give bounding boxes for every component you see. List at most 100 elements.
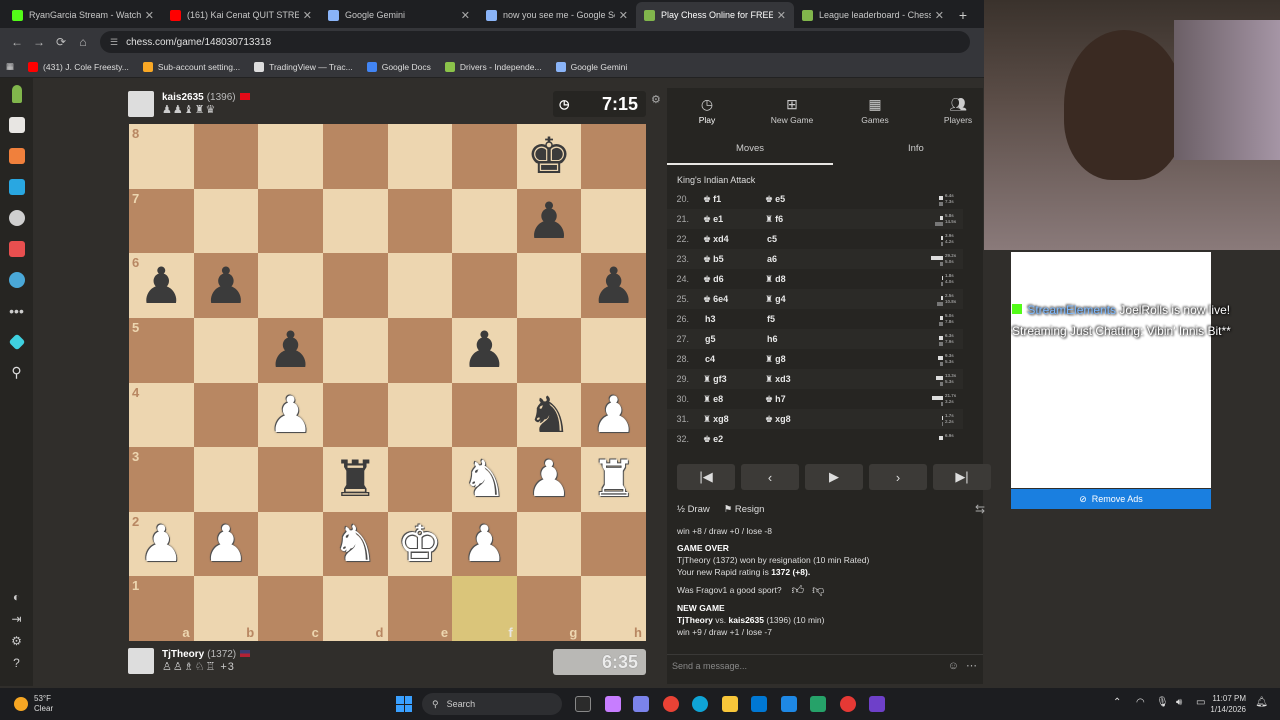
close-icon[interactable]: ✕ bbox=[303, 9, 312, 22]
square-a2[interactable]: 2 ♟ bbox=[129, 511, 194, 577]
copilot-icon[interactable] bbox=[605, 696, 621, 712]
last-move-button[interactable]: ▶| bbox=[933, 464, 991, 490]
black-knight-piece[interactable]: ♞ bbox=[527, 390, 572, 440]
black-pawn-piece[interactable]: ♟ bbox=[462, 325, 507, 375]
white-move[interactable]: ♚ e2 bbox=[703, 434, 765, 445]
chess-board[interactable]: 8 ♚ 7 ♟ 6 ♟ ♟ ♟ 5 ♟ ♟ 4 ♟ ♞ ♟ 3 ♜ ♞ ♟ ♜ 2 ♟ ♟ ♞ ♚ ♟ 1 a b c d e f g h bbox=[129, 124, 646, 641]
avatar[interactable] bbox=[128, 91, 154, 117]
square-d5[interactable] bbox=[322, 317, 388, 383]
square-c1[interactable]: c bbox=[258, 576, 323, 641]
search-icon[interactable]: ⚲ bbox=[0, 357, 33, 388]
square-h8[interactable] bbox=[581, 124, 646, 189]
task-view-icon[interactable] bbox=[575, 696, 591, 712]
help-icon[interactable]: ? bbox=[0, 652, 33, 674]
tab-play[interactable]: ◷ Play bbox=[667, 96, 747, 125]
black-move[interactable]: ♜ xd3 bbox=[765, 374, 825, 385]
collapse-icon[interactable]: ⇥ bbox=[0, 608, 33, 630]
news-icon[interactable] bbox=[0, 233, 33, 264]
black-pawn-piece[interactable]: ♟ bbox=[591, 261, 636, 311]
app-icon[interactable] bbox=[869, 696, 885, 712]
browser-tab[interactable]: Google Gemini ✕ bbox=[320, 2, 478, 28]
first-move-button[interactable]: |◀ bbox=[677, 464, 735, 490]
square-c5[interactable]: ♟ bbox=[258, 317, 323, 383]
square-e8[interactable] bbox=[387, 124, 453, 189]
black-move[interactable]: h6 bbox=[765, 334, 825, 345]
square-e1[interactable]: e bbox=[387, 576, 453, 641]
square-g2[interactable] bbox=[516, 511, 582, 577]
social-icon[interactable] bbox=[0, 264, 33, 295]
premium-icon[interactable] bbox=[0, 326, 33, 357]
square-h4[interactable]: ♟ bbox=[581, 382, 646, 448]
white-move[interactable]: c4 bbox=[703, 354, 765, 365]
white-rook-piece[interactable]: ♜ bbox=[591, 454, 636, 504]
bookmark-item[interactable]: (431) J. Cole Freesty... bbox=[28, 61, 129, 72]
square-e6[interactable] bbox=[387, 253, 453, 318]
square-f8[interactable] bbox=[452, 124, 517, 189]
square-c4[interactable]: ♟ bbox=[258, 382, 323, 448]
square-b3[interactable] bbox=[193, 447, 259, 512]
subtab-moves[interactable]: Moves bbox=[736, 143, 764, 154]
mic-icon[interactable]: 🎙︎ bbox=[1156, 697, 1169, 708]
black-move[interactable]: ♚ xg8 bbox=[765, 414, 825, 425]
black-move[interactable]: f5 bbox=[765, 314, 825, 325]
url-field[interactable]: ☰ chess.com/game/148030713318 bbox=[100, 31, 970, 53]
black-move[interactable]: ♚ e5 bbox=[765, 194, 825, 205]
square-f5[interactable]: ♟ bbox=[452, 317, 517, 383]
taskbar-search[interactable]: ⚲ Search bbox=[422, 693, 562, 715]
white-move[interactable]: ♜ gf3 bbox=[703, 374, 765, 385]
square-g6[interactable] bbox=[516, 253, 582, 318]
white-move[interactable]: ♚ d6 bbox=[703, 274, 765, 285]
close-icon[interactable]: ✕ bbox=[145, 9, 154, 22]
black-move[interactable]: a6 bbox=[765, 254, 825, 265]
chrome-icon[interactable] bbox=[663, 696, 679, 712]
white-move[interactable]: g5 bbox=[703, 334, 765, 345]
forward-move-button[interactable]: › bbox=[869, 464, 927, 490]
square-a5[interactable]: 5 bbox=[129, 317, 194, 383]
chat-input[interactable]: Send a message... ☺ ⋯ bbox=[667, 654, 983, 676]
forward-icon[interactable]: → bbox=[28, 35, 50, 49]
square-b1[interactable]: b bbox=[193, 576, 259, 641]
black-pawn-piece[interactable]: ♟ bbox=[204, 261, 249, 311]
square-b4[interactable] bbox=[193, 382, 259, 448]
black-move[interactable]: ♜ f6 bbox=[765, 214, 825, 225]
square-h3[interactable]: ♜ bbox=[581, 447, 646, 512]
black-move[interactable] bbox=[765, 434, 825, 445]
store-icon[interactable] bbox=[751, 696, 767, 712]
browser-tab[interactable]: now you see me - Google Sear ✕ bbox=[478, 2, 636, 28]
emoji-icon[interactable]: ☺ bbox=[948, 660, 959, 672]
white-pawn-piece[interactable]: ♟ bbox=[139, 519, 184, 569]
remove-ads-button[interactable]: ⊘ Remove Ads bbox=[1011, 489, 1211, 509]
square-h1[interactable]: h bbox=[581, 576, 646, 641]
tray-chevron-icon[interactable]: ⌃ bbox=[1113, 697, 1121, 708]
white-move[interactable]: ♚ 6e4 bbox=[703, 294, 765, 305]
square-f6[interactable] bbox=[452, 253, 517, 318]
white-pawn-piece[interactable]: ♟ bbox=[591, 390, 636, 440]
apps-icon[interactable]: ▦ bbox=[6, 61, 14, 72]
square-d6[interactable] bbox=[322, 253, 388, 318]
tab-games[interactable]: ▦ Games bbox=[835, 96, 915, 125]
browser-tab[interactable]: RyanGarcia Stream - Watch Liv ✕ bbox=[4, 2, 162, 28]
square-b6[interactable]: ♟ bbox=[193, 253, 259, 318]
square-e2[interactable]: ♚ bbox=[387, 511, 453, 577]
site-info-icon[interactable]: ☰ bbox=[110, 37, 118, 48]
white-move[interactable]: ♚ e1 bbox=[703, 214, 765, 225]
back-icon[interactable]: ← bbox=[6, 35, 28, 49]
square-f4[interactable] bbox=[452, 382, 517, 448]
square-f7[interactable] bbox=[452, 188, 517, 254]
white-move[interactable]: ♚ f1 bbox=[703, 194, 765, 205]
edge-icon[interactable] bbox=[692, 696, 708, 712]
xbox-icon[interactable] bbox=[810, 696, 826, 712]
square-g5[interactable] bbox=[516, 317, 582, 383]
tab-new-game[interactable]: ⊞ New Game bbox=[752, 96, 832, 125]
file-explorer-icon[interactable] bbox=[722, 696, 738, 712]
volume-icon[interactable]: 🔊︎ bbox=[1176, 697, 1182, 708]
reload-icon[interactable]: ⟳ bbox=[50, 35, 72, 49]
settings-icon[interactable]: ⚙ bbox=[0, 630, 33, 652]
wifi-icon[interactable]: ◠ bbox=[1136, 697, 1145, 708]
square-c8[interactable] bbox=[258, 124, 323, 189]
square-a4[interactable]: 4 bbox=[129, 382, 194, 448]
notification-icon[interactable]: 🔔︎ bbox=[1255, 697, 1268, 708]
square-a3[interactable]: 3 bbox=[129, 447, 194, 512]
home-icon[interactable]: ⌂ bbox=[72, 35, 94, 49]
close-icon[interactable]: ✕ bbox=[935, 9, 944, 22]
